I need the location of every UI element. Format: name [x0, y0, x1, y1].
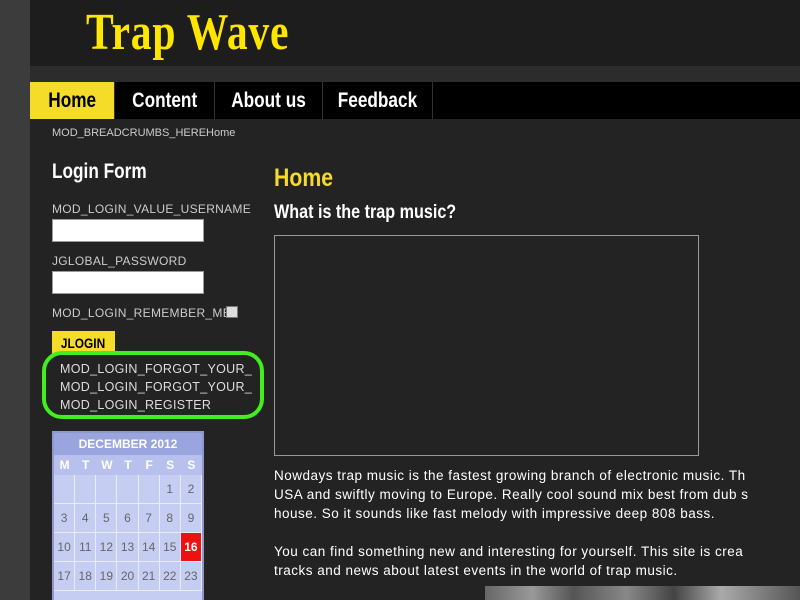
- calendar-empty-cell: [54, 475, 76, 504]
- username-input[interactable]: [52, 219, 204, 242]
- calendar-day[interactable]: 10: [54, 533, 76, 562]
- article-subtitle: What is the trap music?: [274, 202, 457, 223]
- calendar-day[interactable]: 12: [96, 533, 118, 562]
- site-logo[interactable]: Trap Wave: [86, 2, 289, 64]
- paragraph-line: Nowdays trap music is the fastest growin…: [274, 468, 746, 483]
- calendar-day[interactable]: 4: [75, 504, 97, 533]
- calendar-day[interactable]: 9: [180, 504, 202, 533]
- calendar-day[interactable]: 2: [180, 475, 202, 504]
- footer-image-strip: [485, 586, 800, 600]
- calendar-day[interactable]: 3: [54, 504, 76, 533]
- calendar: DECEMBER 2012 M T W T F S S 1 2 3 4 5 6 7 8 9 10 1…: [52, 431, 204, 600]
- article-paragraph-1: Nowdays trap music is the fastest growin…: [274, 466, 800, 523]
- calendar-day[interactable]: 22: [159, 562, 181, 591]
- paragraph-line: house. So it sounds like fast melody wit…: [274, 506, 715, 521]
- annotation-highlight: [42, 351, 264, 419]
- nav-item-about-us[interactable]: About us: [215, 82, 323, 119]
- weekday-label: F: [145, 458, 153, 472]
- header: Trap Wave: [30, 0, 800, 66]
- calendar-day[interactable]: 5: [96, 504, 118, 533]
- weekday-label: T: [82, 458, 90, 472]
- header-band: [30, 66, 800, 82]
- remember-me-label: MOD_LOGIN_REMEMBER_ME: [52, 306, 231, 320]
- weekday-label: S: [166, 458, 175, 472]
- paragraph-line: You can find something new and interesti…: [274, 544, 744, 559]
- calendar-day[interactable]: 23: [180, 562, 202, 591]
- paragraph-line: tracks and news about latest events in t…: [274, 563, 678, 578]
- calendar-day[interactable]: 14: [138, 533, 160, 562]
- login-form-title: Login Form: [52, 160, 147, 183]
- calendar-weekdays: M T W T F S S: [54, 455, 202, 475]
- calendar-day[interactable]: 8: [159, 504, 181, 533]
- calendar-day[interactable]: 18: [75, 562, 97, 591]
- calendar-title: DECEMBER 2012: [54, 433, 202, 455]
- article-paragraph-2: You can find something new and interesti…: [274, 542, 800, 580]
- calendar-day[interactable]: 13: [117, 533, 139, 562]
- calendar-empty-cell: [138, 475, 160, 504]
- username-label: MOD_LOGIN_VALUE_USERNAME: [52, 202, 252, 216]
- video-embed[interactable]: [274, 235, 699, 456]
- nav-item-home[interactable]: Home: [30, 82, 115, 119]
- calendar-empty-cell: [117, 475, 139, 504]
- calendar-day[interactable]: 6: [117, 504, 139, 533]
- calendar-day[interactable]: 19: [96, 562, 118, 591]
- weekday-label: T: [124, 458, 132, 472]
- calendar-day[interactable]: 16: [180, 533, 202, 562]
- page: Trap Wave Home Content About us Feedback…: [30, 0, 800, 600]
- password-input[interactable]: [52, 271, 204, 294]
- page-title: Home: [274, 164, 334, 192]
- password-label: JGLOBAL_PASSWORD: [52, 254, 187, 268]
- weekday-label: S: [187, 458, 196, 472]
- calendar-days: 1 2 3 4 5 6 7 8 9 10 11 12 13 14 15 16 17 18 19 20 21 22 23: [54, 475, 202, 591]
- breadcrumb: MOD_BREADCRUMBS_HEREHome: [52, 127, 236, 139]
- weekday-label: W: [101, 458, 113, 472]
- calendar-empty-cell: [96, 475, 118, 504]
- nav-item-content[interactable]: Content: [115, 82, 215, 119]
- paragraph-line: USA and swiftly moving to Europe. Really…: [274, 487, 749, 502]
- nav-item-feedback[interactable]: Feedback: [323, 82, 433, 119]
- calendar-day[interactable]: 20: [117, 562, 139, 591]
- calendar-empty-cell: [75, 475, 97, 504]
- calendar-day[interactable]: 11: [75, 533, 97, 562]
- calendar-day[interactable]: 17: [54, 562, 76, 591]
- calendar-day[interactable]: 15: [159, 533, 181, 562]
- calendar-day[interactable]: 1: [159, 475, 181, 504]
- remember-me-checkbox[interactable]: [226, 306, 238, 318]
- weekday-label: M: [59, 458, 70, 472]
- calendar-day[interactable]: 7: [138, 504, 160, 533]
- calendar-day[interactable]: 21: [138, 562, 160, 591]
- main-nav: Home Content About us Feedback: [30, 82, 800, 119]
